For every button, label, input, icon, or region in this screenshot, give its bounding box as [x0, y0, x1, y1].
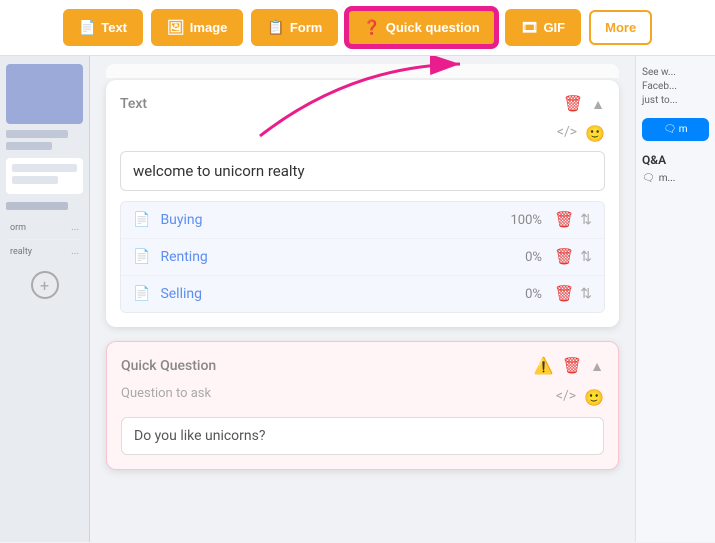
- image-button-label: Image: [190, 20, 228, 35]
- alert-qq-button[interactable]: ⚠️: [534, 356, 554, 376]
- collapse-qq-button[interactable]: ▲: [590, 358, 604, 375]
- add-block-button[interactable]: +: [31, 271, 59, 299]
- qq-code-icon[interactable]: </>: [556, 388, 576, 407]
- drag-selling-handle[interactable]: ⇅: [580, 286, 592, 302]
- form-button[interactable]: 📋 Form: [251, 9, 338, 46]
- qa-item: 🗨 m...: [642, 173, 709, 184]
- quick-question-icon: ❓: [363, 19, 380, 36]
- sidebar-item-form[interactable]: orm ...: [6, 216, 83, 240]
- partial-top-card: [106, 64, 619, 78]
- quick-question-button[interactable]: ❓ Quick question: [346, 8, 496, 47]
- delete-buying-button[interactable]: 🗑: [554, 210, 574, 230]
- sidebar-realty-label: realty: [10, 247, 32, 257]
- toolbar: 📄 Text 🖼 Image 📋 Form ❓ Quick question 🎞…: [0, 0, 715, 56]
- form-icon: 📋: [267, 19, 284, 36]
- text-card-title: Text: [120, 96, 147, 112]
- left-sidebar: orm ... realty ... +: [0, 56, 90, 542]
- gif-button[interactable]: 🎞 GIF: [505, 9, 581, 46]
- option-selling-percent: 0%: [525, 287, 542, 302]
- qq-card-header: Quick Question ⚠️ 🗑 ▲: [121, 356, 604, 376]
- delete-selling-button[interactable]: 🗑: [554, 284, 574, 304]
- option-renting-icon: 📄: [133, 249, 150, 265]
- gif-button-label: GIF: [543, 20, 565, 35]
- right-sidebar: See w...Faceb...just to... 🗨 m Q&A 🗨 m..…: [635, 56, 715, 542]
- qa-section-label: Q&A: [642, 153, 709, 167]
- code-icon[interactable]: </>: [557, 124, 577, 143]
- image-icon: 🖼: [167, 19, 185, 36]
- qa-icon: 🗨: [642, 173, 655, 184]
- more-button[interactable]: More: [589, 10, 652, 45]
- delete-text-card-button[interactable]: 🗑: [563, 94, 583, 114]
- qq-input[interactable]: Do you like unicorns?: [121, 417, 604, 455]
- text-button[interactable]: 📄 Text: [63, 9, 143, 46]
- text-card-toolbar: </> 🙂: [120, 124, 605, 143]
- image-button[interactable]: 🖼 Image: [151, 9, 243, 46]
- sidebar-line-1: [6, 130, 68, 138]
- sidebar-line-3: [6, 202, 68, 210]
- delete-qq-button[interactable]: 🗑: [562, 356, 582, 376]
- sidebar-form-label: orm: [10, 223, 26, 233]
- sidebar-line-2: [6, 142, 52, 150]
- text-icon: 📄: [79, 19, 96, 36]
- qq-subtitle: Question to ask: [121, 386, 211, 401]
- text-button-label: Text: [101, 20, 127, 35]
- option-selling-actions: 🗑 ⇅: [554, 284, 592, 304]
- drag-renting-handle[interactable]: ⇅: [580, 249, 592, 265]
- emoji-icon[interactable]: 🙂: [585, 124, 605, 143]
- sidebar-input-line-2: [12, 176, 58, 184]
- qq-toolbar: </> 🙂: [556, 388, 604, 407]
- right-sidebar-description: See w...Faceb...just to...: [642, 66, 709, 108]
- option-buying-percent: 100%: [511, 213, 542, 228]
- qq-card-actions: ⚠️ 🗑 ▲: [534, 356, 604, 376]
- quick-question-button-label: Quick question: [386, 20, 480, 35]
- sidebar-realty-dots: ...: [71, 246, 79, 257]
- option-buying-label[interactable]: Buying: [160, 212, 510, 228]
- text-card: Text 🗑 ▲ </> 🙂 welcome to unicorn realty…: [106, 80, 619, 327]
- gif-icon: 🎞: [521, 19, 539, 36]
- sidebar-form-dots: ...: [71, 222, 79, 233]
- option-buying-icon: 📄: [133, 212, 150, 228]
- form-button-label: Form: [290, 20, 323, 35]
- option-renting: 📄 Renting 0% 🗑 ⇅: [121, 239, 604, 276]
- messenger-button[interactable]: 🗨 m: [642, 118, 709, 141]
- sidebar-item-realty[interactable]: realty ...: [6, 240, 83, 263]
- main-layout: orm ... realty ... + Text: [0, 56, 715, 542]
- collapse-text-card-button[interactable]: ▲: [591, 96, 605, 113]
- text-input[interactable]: welcome to unicorn realty: [120, 151, 605, 191]
- qa-text: m...: [659, 173, 676, 184]
- option-selling-label[interactable]: Selling: [160, 286, 525, 302]
- option-buying-actions: 🗑 ⇅: [554, 210, 592, 230]
- sidebar-preview-box: [6, 64, 83, 124]
- qq-subtitle-row: Question to ask </> 🙂: [121, 386, 604, 409]
- option-renting-label[interactable]: Renting: [160, 249, 525, 265]
- text-card-header: Text 🗑 ▲: [120, 94, 605, 114]
- more-button-label: More: [605, 20, 636, 35]
- options-list: 📄 Buying 100% 🗑 ⇅ 📄 Renting 0% 🗑 ⇅: [120, 201, 605, 313]
- qq-card-title: Quick Question: [121, 358, 216, 374]
- delete-renting-button[interactable]: 🗑: [554, 247, 574, 267]
- option-selling: 📄 Selling 0% 🗑 ⇅: [121, 276, 604, 312]
- text-card-actions: 🗑 ▲: [563, 94, 605, 114]
- drag-buying-handle[interactable]: ⇅: [580, 212, 592, 228]
- option-renting-actions: 🗑 ⇅: [554, 247, 592, 267]
- option-renting-percent: 0%: [525, 250, 542, 265]
- sidebar-white-box: [6, 158, 83, 194]
- center-content: Text 🗑 ▲ </> 🙂 welcome to unicorn realty…: [90, 56, 635, 542]
- option-selling-icon: 📄: [133, 286, 150, 302]
- option-buying: 📄 Buying 100% 🗑 ⇅: [121, 202, 604, 239]
- quick-question-card: Quick Question ⚠️ 🗑 ▲ Question to ask </…: [106, 341, 619, 470]
- qq-emoji-icon[interactable]: 🙂: [584, 388, 604, 407]
- sidebar-input-line-1: [12, 164, 77, 172]
